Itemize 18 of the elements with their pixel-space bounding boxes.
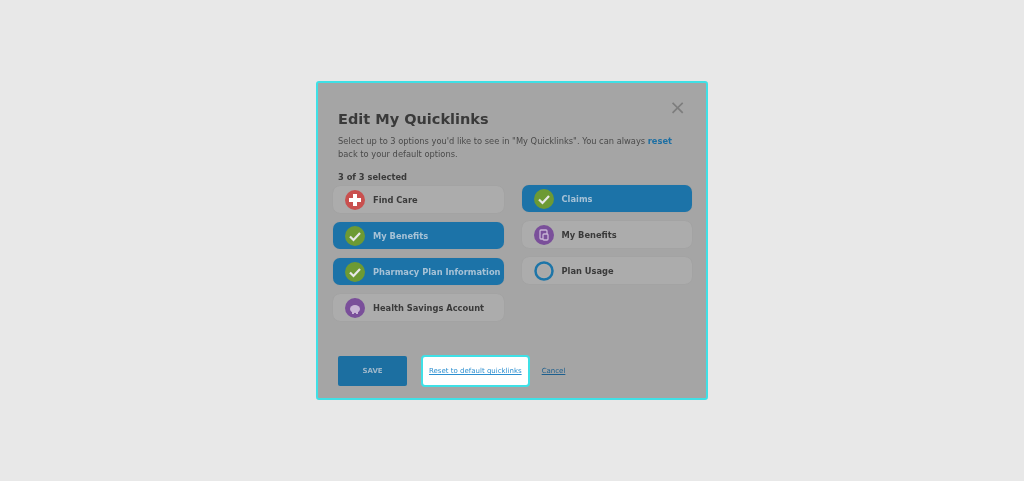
check-icon	[345, 225, 365, 246]
quicklink-option[interactable]: Pharmacy Plan Information	[333, 258, 504, 285]
check-icon	[345, 261, 365, 282]
quicklink-option[interactable]: My Benefits	[333, 222, 504, 249]
quicklink-option[interactable]: My Benefits	[521, 221, 692, 248]
selection-count: 3 of 3 selected	[338, 172, 408, 182]
dialog-title: Edit My Quicklinks	[338, 111, 489, 127]
plus-icon	[345, 189, 365, 210]
quicklink-option[interactable]: Claims	[521, 185, 692, 212]
document-icon	[533, 224, 554, 245]
piggy-bank-icon	[345, 297, 365, 318]
description-text: Select up to 3 options you'd like to see in "My Quicklinks". You can always reset back to your default options.	[338, 135, 674, 160]
check-icon	[533, 188, 554, 209]
quicklink-option[interactable]: Plan Usage	[521, 257, 692, 284]
quicklink-option[interactable]: Find Care	[333, 186, 504, 213]
ring-icon	[533, 260, 554, 281]
close-button[interactable]: ×	[669, 97, 686, 117]
quicklink-option[interactable]: Health Savings Account	[333, 294, 504, 321]
